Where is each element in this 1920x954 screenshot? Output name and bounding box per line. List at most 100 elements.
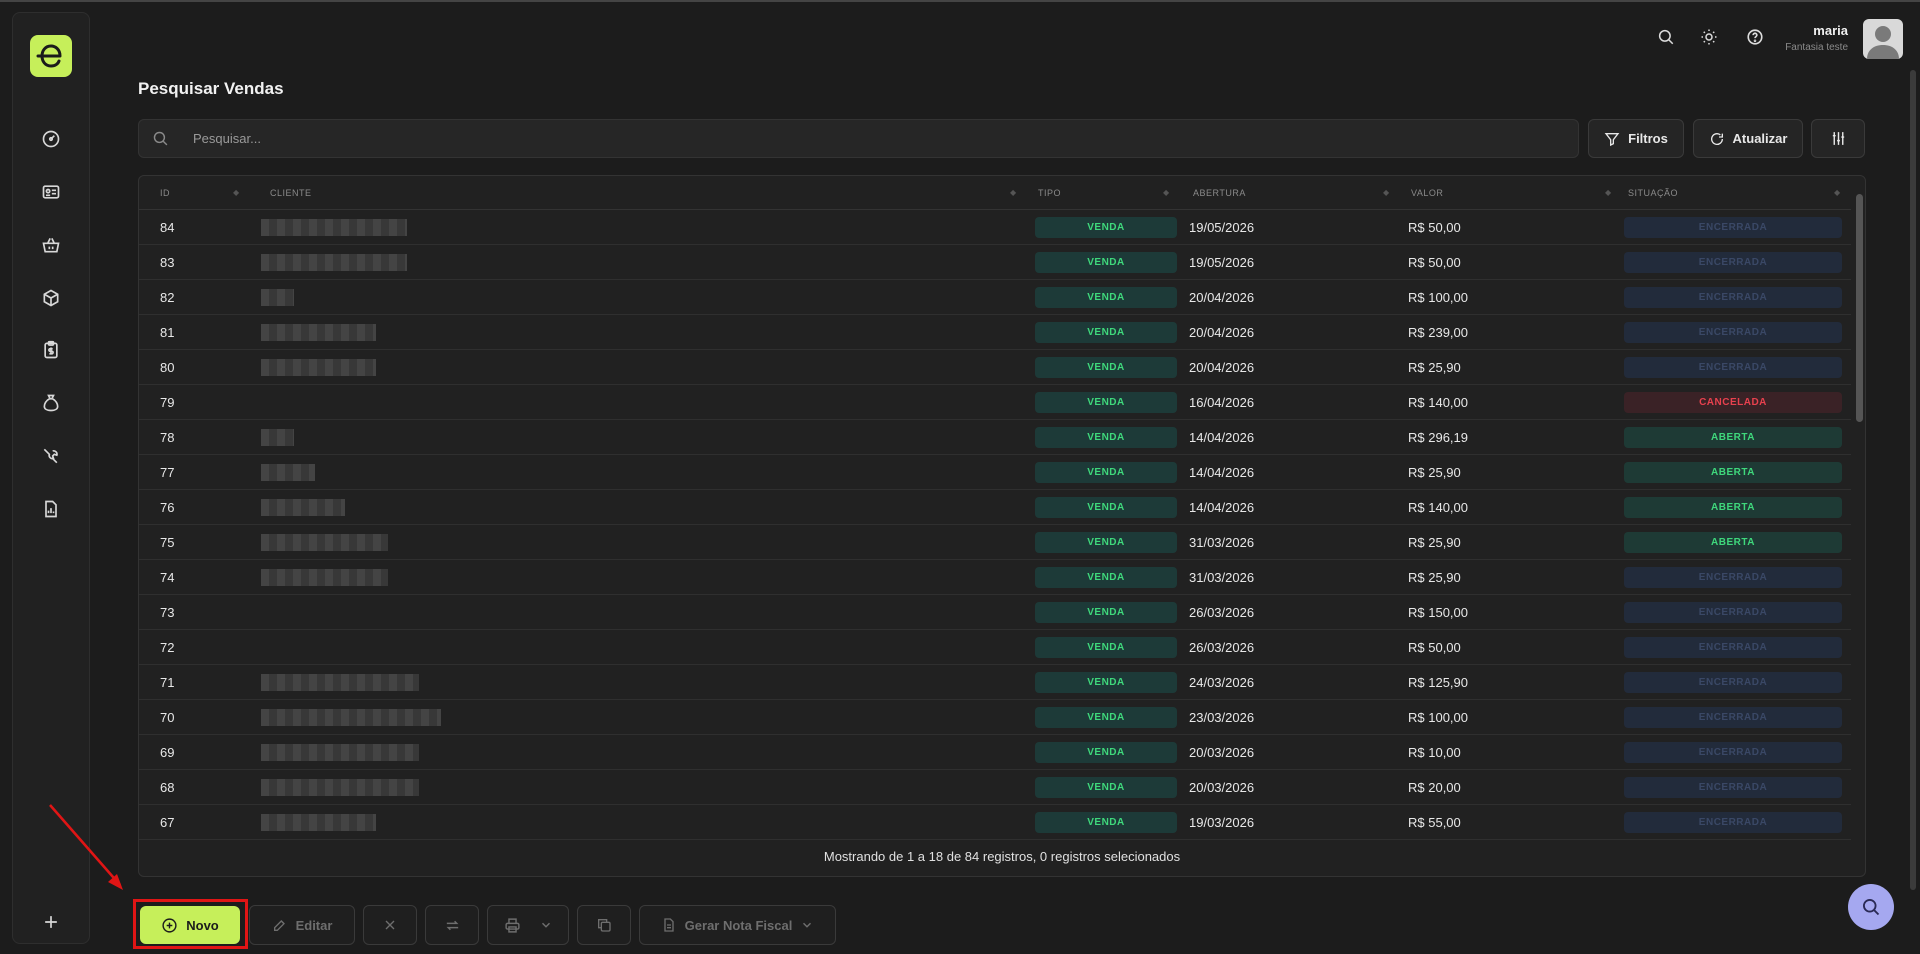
- redacted-client-name: [261, 814, 376, 831]
- table-row[interactable]: 68 VENDA 20/03/2026 R$ 20,00 ENCERRADA: [139, 770, 1851, 805]
- redacted-client-name: [261, 744, 419, 761]
- table-row[interactable]: 67 VENDA 19/03/2026 R$ 55,00 ENCERRADA: [139, 805, 1851, 840]
- cell-valor: R$ 50,00: [1408, 255, 1461, 270]
- cell-abertura: 20/04/2026: [1189, 360, 1255, 375]
- status-badge: ENCERRADA: [1624, 637, 1842, 658]
- column-settings-button[interactable]: [1811, 119, 1865, 158]
- redacted-client-name: [261, 289, 294, 306]
- table-row[interactable]: 78 VENDA 14/04/2026 R$ 296,19 ABERTA: [139, 420, 1851, 455]
- table-row[interactable]: 80 VENDA 20/04/2026 R$ 25,90 ENCERRADA: [139, 350, 1851, 385]
- tipo-badge: VENDA: [1035, 462, 1177, 483]
- status-badge: ENCERRADA: [1624, 742, 1842, 763]
- status-badge: ENCERRADA: [1624, 812, 1842, 833]
- table-row[interactable]: 69 VENDA 20/03/2026 R$ 10,00 ENCERRADA: [139, 735, 1851, 770]
- cell-id: 82: [160, 290, 175, 305]
- cell-valor: R$ 150,00: [1408, 605, 1468, 620]
- column-header-valor[interactable]: VALOR: [1411, 176, 1443, 210]
- money-bag-icon[interactable]: [38, 390, 64, 416]
- app-logo[interactable]: [30, 35, 72, 77]
- cell-abertura: 23/03/2026: [1189, 710, 1255, 725]
- user-name[interactable]: maria: [1813, 23, 1848, 38]
- table-row[interactable]: 73 VENDA 26/03/2026 R$ 150,00 ENCERRADA: [139, 595, 1851, 630]
- table-row[interactable]: 72 VENDA 26/03/2026 R$ 50,00 ENCERRADA: [139, 630, 1851, 665]
- redacted-client-name: [261, 779, 419, 796]
- redacted-client-name: [261, 324, 376, 341]
- cancel-sale-button[interactable]: [363, 905, 417, 945]
- table-row[interactable]: 84 VENDA 19/05/2026 R$ 50,00 ENCERRADA: [139, 210, 1851, 245]
- filters-button[interactable]: Filtros: [1588, 119, 1684, 158]
- cell-valor: R$ 55,00: [1408, 815, 1461, 830]
- table-row[interactable]: 75 VENDA 31/03/2026 R$ 25,90 ABERTA: [139, 525, 1851, 560]
- status-badge: ENCERRADA: [1624, 707, 1842, 728]
- cell-id: 71: [160, 675, 175, 690]
- column-header-id[interactable]: ID: [160, 176, 170, 210]
- sales-table: ID ◆ CLIENTE ◆ TIPO ◆ ABERTURA ◆ VALOR ◆…: [138, 175, 1866, 877]
- annotation-arrow: [49, 804, 123, 890]
- redacted-client-name: [261, 219, 407, 236]
- table-row[interactable]: 70 VENDA 23/03/2026 R$ 100,00 ENCERRADA: [139, 700, 1851, 735]
- table-row[interactable]: 76 VENDA 14/04/2026 R$ 140,00 ABERTA: [139, 490, 1851, 525]
- tipo-badge: VENDA: [1035, 777, 1177, 798]
- column-header-abertura[interactable]: ABERTURA: [1193, 176, 1246, 210]
- tipo-badge: VENDA: [1035, 427, 1177, 448]
- tipo-badge: VENDA: [1035, 637, 1177, 658]
- cell-abertura: 14/04/2026: [1189, 500, 1255, 515]
- chevron-down-icon: [541, 922, 550, 928]
- clipboard-money-icon[interactable]: [38, 337, 64, 363]
- column-header-cliente[interactable]: CLIENTE: [270, 176, 312, 210]
- theme-sun-icon[interactable]: [1697, 25, 1721, 49]
- table-row[interactable]: 83 VENDA 19/05/2026 R$ 50,00 ENCERRADA: [139, 245, 1851, 280]
- cell-valor: R$ 10,00: [1408, 745, 1461, 760]
- print-button[interactable]: [487, 905, 569, 945]
- cell-id: 75: [160, 535, 175, 550]
- table-row[interactable]: 74 VENDA 31/03/2026 R$ 25,90 ENCERRADA: [139, 560, 1851, 595]
- tipo-badge: VENDA: [1035, 497, 1177, 518]
- cell-abertura: 20/03/2026: [1189, 780, 1255, 795]
- tipo-badge: VENDA: [1035, 567, 1177, 588]
- search-input[interactable]: [193, 120, 1493, 157]
- add-icon[interactable]: [38, 909, 64, 935]
- search-fab-button[interactable]: [1848, 884, 1894, 930]
- cell-id: 84: [160, 220, 175, 235]
- dashboard-icon[interactable]: [38, 126, 64, 152]
- page-scrollbar[interactable]: [1910, 70, 1916, 890]
- table-row[interactable]: 77 VENDA 14/04/2026 R$ 25,90 ABERTA: [139, 455, 1851, 490]
- filter-icon: [1604, 132, 1620, 146]
- report-icon[interactable]: [38, 496, 64, 522]
- tipo-badge: VENDA: [1035, 532, 1177, 553]
- cell-abertura: 20/04/2026: [1189, 325, 1255, 340]
- box-icon[interactable]: [38, 285, 64, 311]
- table-row[interactable]: 81 VENDA 20/04/2026 R$ 239,00 ENCERRADA: [139, 315, 1851, 350]
- cell-valor: R$ 140,00: [1408, 500, 1468, 515]
- search-icon[interactable]: [1654, 25, 1678, 49]
- tools-icon[interactable]: [38, 443, 64, 469]
- filters-label: Filtros: [1628, 131, 1668, 146]
- basket-icon[interactable]: [38, 232, 64, 258]
- tipo-badge: VENDA: [1035, 252, 1177, 273]
- duplicate-button[interactable]: [577, 905, 631, 945]
- refresh-button[interactable]: Atualizar: [1693, 119, 1803, 158]
- column-header-tipo[interactable]: TIPO: [1038, 176, 1061, 210]
- table-row[interactable]: 79 VENDA 16/04/2026 R$ 140,00 CANCELADA: [139, 385, 1851, 420]
- search-box[interactable]: [138, 119, 1579, 158]
- convert-button[interactable]: [425, 905, 479, 945]
- cell-id: 70: [160, 710, 175, 725]
- cell-abertura: 14/04/2026: [1189, 465, 1255, 480]
- column-header-situacao[interactable]: SITUAÇÃO: [1628, 176, 1678, 210]
- table-row[interactable]: 71 VENDA 24/03/2026 R$ 125,90 ENCERRADA: [139, 665, 1851, 700]
- contacts-card-icon[interactable]: [38, 179, 64, 205]
- cell-id: 73: [160, 605, 175, 620]
- edit-label: Editar: [295, 917, 333, 933]
- generate-invoice-button[interactable]: Gerar Nota Fiscal: [639, 905, 836, 945]
- avatar[interactable]: [1863, 19, 1903, 59]
- cell-id: 74: [160, 570, 175, 585]
- edit-button[interactable]: Editar: [249, 905, 355, 945]
- status-badge: ENCERRADA: [1624, 567, 1842, 588]
- help-icon[interactable]: [1743, 25, 1767, 49]
- status-badge: CANCELADA: [1624, 392, 1842, 413]
- cell-abertura: 20/03/2026: [1189, 745, 1255, 760]
- redacted-client-name: [261, 464, 315, 481]
- status-badge: ABERTA: [1624, 462, 1842, 483]
- table-row[interactable]: 82 VENDA 20/04/2026 R$ 100,00 ENCERRADA: [139, 280, 1851, 315]
- table-scrollbar[interactable]: [1856, 194, 1863, 422]
